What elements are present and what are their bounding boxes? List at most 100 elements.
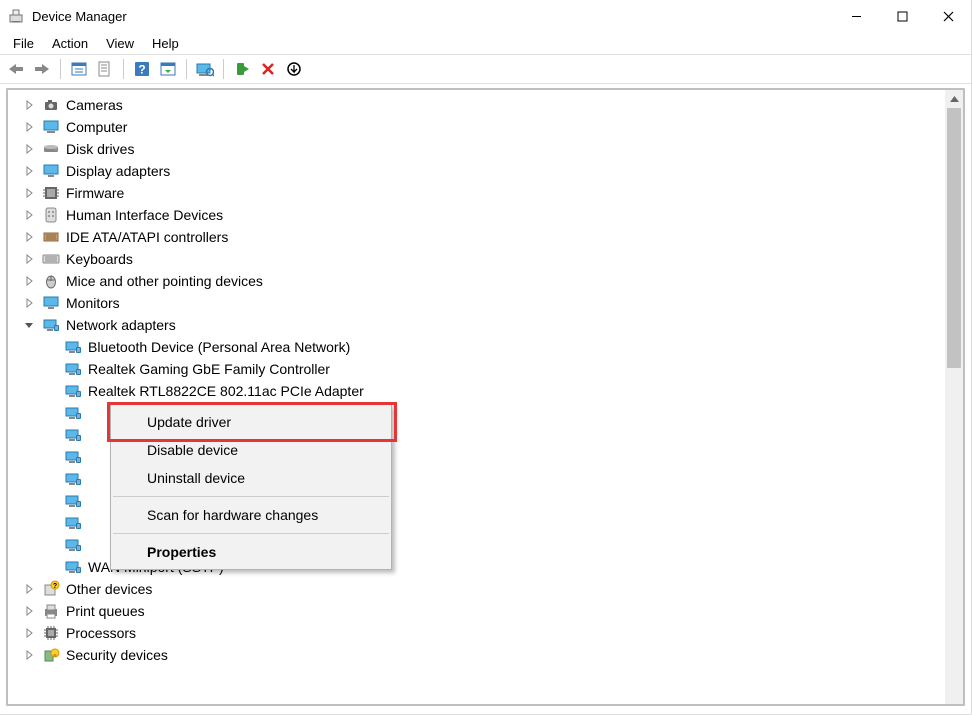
scroll-up-arrow[interactable] — [945, 90, 963, 108]
net-icon — [64, 470, 82, 488]
tree-node-label: IDE ATA/ATAPI controllers — [66, 226, 228, 248]
net-icon — [64, 514, 82, 532]
tree-node-label: Other devices — [66, 578, 152, 600]
minimize-button[interactable] — [833, 0, 879, 32]
tree-node[interactable]: Keyboards — [8, 248, 945, 270]
chevron-down-icon[interactable] — [22, 318, 36, 332]
ide-icon — [42, 228, 60, 246]
tree-node[interactable]: Monitors — [8, 292, 945, 314]
net-icon — [64, 492, 82, 510]
menubar: File Action View Help — [0, 32, 971, 54]
tree-node[interactable]: Realtek RTL8822CE 802.11ac PCIe Adapter — [8, 380, 945, 402]
tree-node-label: Keyboards — [66, 248, 133, 270]
tree-node[interactable]: Human Interface Devices — [8, 204, 945, 226]
context-menu: Update driver Disable device Uninstall d… — [110, 404, 392, 570]
chevron-right-icon[interactable] — [22, 164, 36, 178]
maximize-button[interactable] — [879, 0, 925, 32]
keyboard-icon — [42, 250, 60, 268]
menu-action[interactable]: Action — [43, 34, 97, 53]
ctx-scan-hardware[interactable]: Scan for hardware changes — [111, 501, 391, 529]
ctx-disable-device[interactable]: Disable device — [111, 436, 391, 464]
display-icon — [42, 162, 60, 180]
ctx-properties[interactable]: Properties — [111, 538, 391, 566]
chevron-right-icon[interactable] — [22, 296, 36, 310]
app-icon — [8, 8, 24, 24]
svg-text:?: ? — [53, 583, 57, 590]
action-toolbar-button[interactable] — [156, 57, 180, 81]
net-icon — [64, 426, 82, 444]
net-icon — [64, 404, 82, 422]
net-icon — [64, 558, 82, 576]
help-button[interactable]: ? — [130, 57, 154, 81]
menu-help[interactable]: Help — [143, 34, 188, 53]
tree-node-label: Monitors — [66, 292, 120, 314]
other-icon: ? — [42, 580, 60, 598]
net-icon — [64, 338, 82, 356]
tree-node[interactable]: Network adapters — [8, 314, 945, 336]
properties-button[interactable] — [93, 57, 117, 81]
update-driver-button[interactable] — [230, 57, 254, 81]
chevron-right-icon[interactable] — [22, 142, 36, 156]
tree-node[interactable]: Processors — [8, 622, 945, 644]
scroll-thumb[interactable] — [947, 108, 961, 368]
chevron-right-icon[interactable] — [22, 604, 36, 618]
toolbar-separator — [123, 59, 124, 79]
tree-node-label: Network adapters — [66, 314, 176, 336]
back-button[interactable] — [4, 57, 28, 81]
tree-node[interactable]: Disk drives — [8, 138, 945, 160]
monitor-icon — [42, 294, 60, 312]
tree-node[interactable]: Computer — [8, 116, 945, 138]
svg-text:?: ? — [138, 63, 145, 77]
cpu-icon — [42, 624, 60, 642]
net-icon — [64, 382, 82, 400]
tree-node[interactable]: Display adapters — [8, 160, 945, 182]
tree-node[interactable]: Print queues — [8, 600, 945, 622]
chevron-right-icon[interactable] — [22, 582, 36, 596]
tree-node-label: Print queues — [66, 600, 145, 622]
forward-button[interactable] — [30, 57, 54, 81]
ctx-uninstall-device[interactable]: Uninstall device — [111, 464, 391, 492]
security-icon — [42, 646, 60, 664]
tree-node-label: Security devices — [66, 644, 168, 666]
chevron-right-icon[interactable] — [22, 120, 36, 134]
chevron-right-icon[interactable] — [22, 98, 36, 112]
tree-node-label: Realtek Gaming GbE Family Controller — [88, 358, 330, 380]
chevron-right-icon[interactable] — [22, 252, 36, 266]
tree-node[interactable]: Firmware — [8, 182, 945, 204]
tree-node[interactable]: Bluetooth Device (Personal Area Network) — [8, 336, 945, 358]
tree-view[interactable]: CamerasComputerDisk drivesDisplay adapte… — [8, 90, 945, 704]
tree-node[interactable]: ? Other devices — [8, 578, 945, 600]
chevron-right-icon[interactable] — [22, 230, 36, 244]
mouse-icon — [42, 272, 60, 290]
net-icon — [64, 536, 82, 554]
tree-node[interactable]: Mice and other pointing devices — [8, 270, 945, 292]
chevron-right-icon[interactable] — [22, 208, 36, 222]
menu-file[interactable]: File — [4, 34, 43, 53]
close-button[interactable] — [925, 0, 971, 32]
chevron-right-icon[interactable] — [22, 186, 36, 200]
firmware-icon — [42, 184, 60, 202]
vertical-scrollbar[interactable] — [945, 90, 963, 704]
tree-node-label: Mice and other pointing devices — [66, 270, 263, 292]
toolbar-separator — [60, 59, 61, 79]
chevron-right-icon[interactable] — [22, 274, 36, 288]
show-hide-console-tree-button[interactable] — [67, 57, 91, 81]
chevron-right-icon[interactable] — [22, 626, 36, 640]
hid-icon — [42, 206, 60, 224]
menu-view[interactable]: View — [97, 34, 143, 53]
ctx-update-driver[interactable]: Update driver — [111, 408, 391, 436]
tree-node[interactable]: Security devices — [8, 644, 945, 666]
tree-node-label: Human Interface Devices — [66, 204, 223, 226]
tree-node-label: Realtek RTL8822CE 802.11ac PCIe Adapter — [88, 380, 364, 402]
disk-icon — [42, 140, 60, 158]
tree-node-label: Cameras — [66, 94, 123, 116]
scan-hardware-button[interactable] — [193, 57, 217, 81]
tree-node[interactable]: IDE ATA/ATAPI controllers — [8, 226, 945, 248]
titlebar: Device Manager — [0, 0, 971, 32]
uninstall-button[interactable] — [256, 57, 280, 81]
disable-button[interactable] — [282, 57, 306, 81]
tree-node[interactable]: Realtek Gaming GbE Family Controller — [8, 358, 945, 380]
toolbar-separator — [223, 59, 224, 79]
tree-node[interactable]: Cameras — [8, 94, 945, 116]
chevron-right-icon[interactable] — [22, 648, 36, 662]
